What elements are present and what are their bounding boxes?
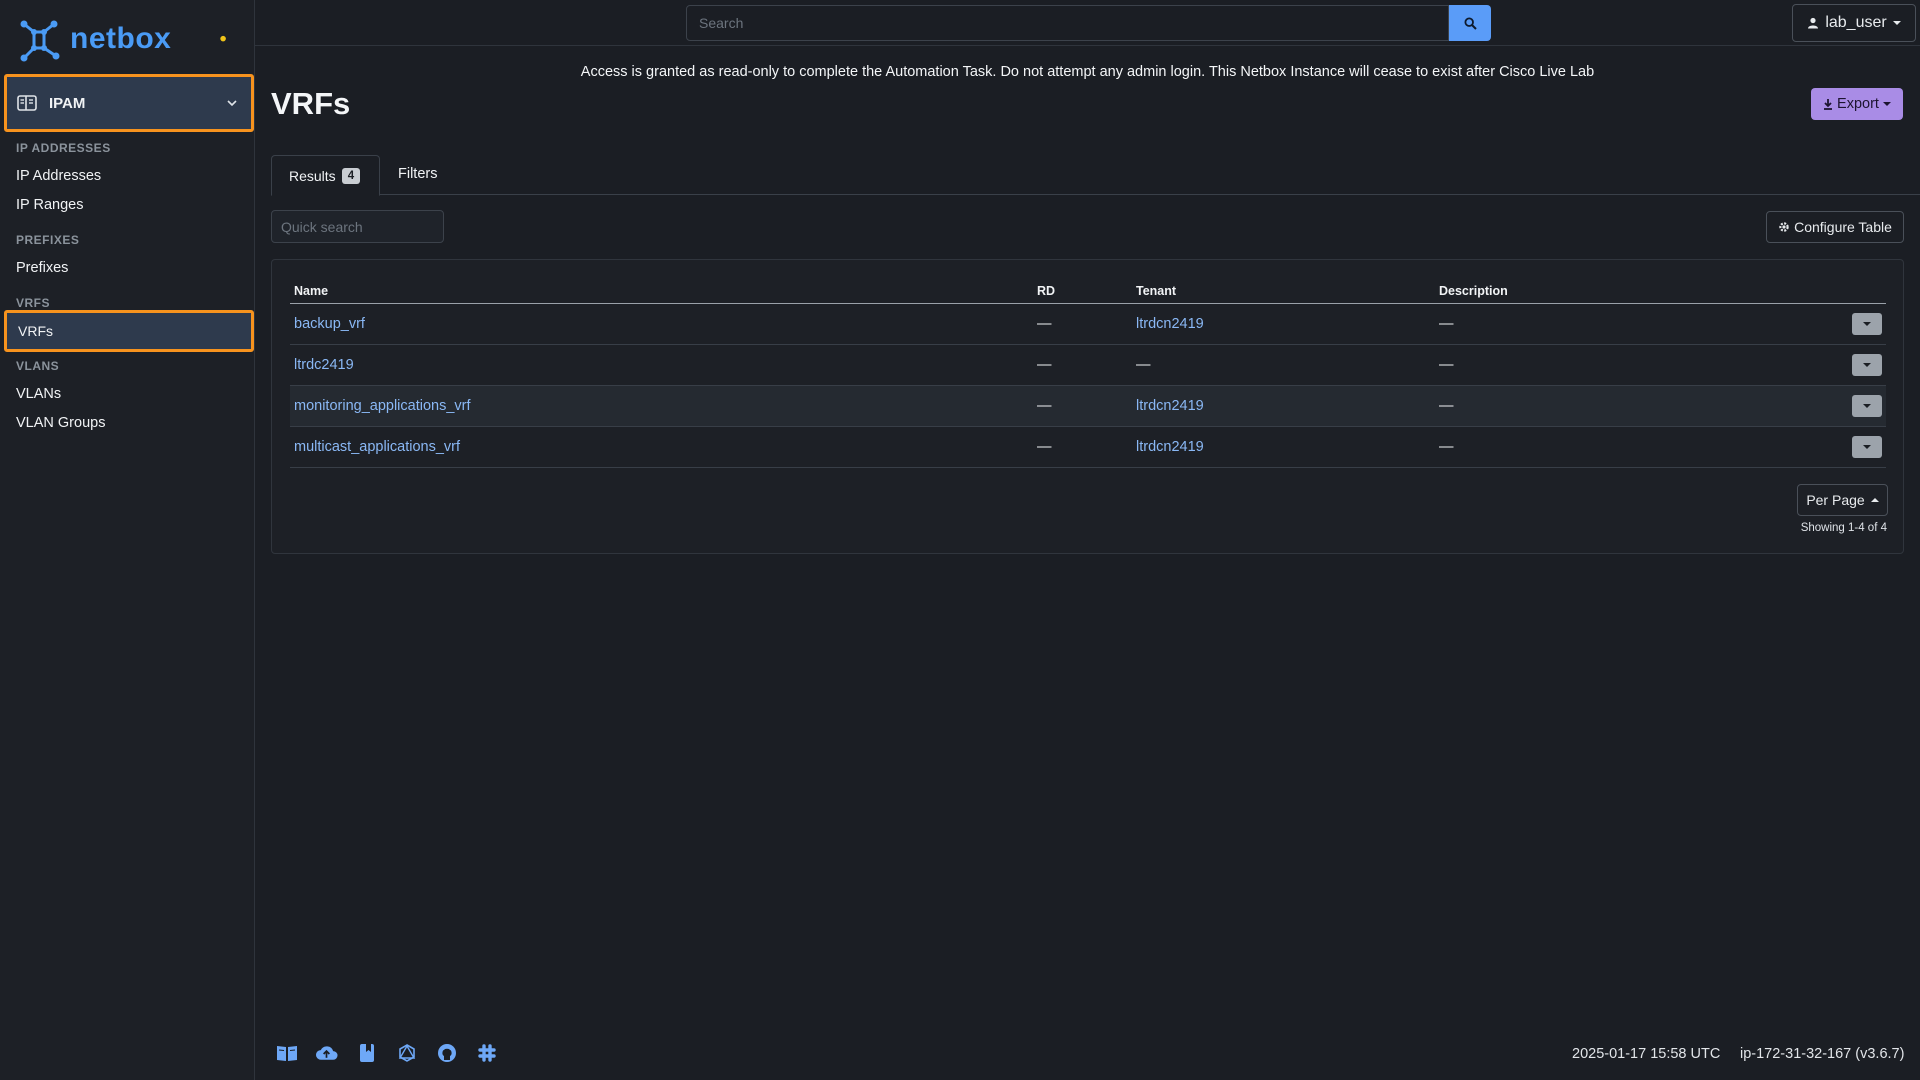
table-row: backup_vrf — ltrdcn2419 — <box>290 304 1886 345</box>
nav-heading-prefixes: PREFIXES <box>16 233 80 247</box>
caret-down-icon <box>1863 322 1871 326</box>
export-label: Export <box>1837 96 1879 112</box>
vrf-rd: — <box>1037 439 1052 455</box>
page-title: VRFs <box>271 86 351 121</box>
sidebar-item-vrfs[interactable]: VRFs <box>4 310 254 352</box>
table-header: Name RD Tenant Description <box>290 272 1886 304</box>
github-icon[interactable] <box>435 1042 458 1064</box>
vrf-tenant: — <box>1136 357 1151 373</box>
column-header-tenant[interactable]: Tenant <box>1136 284 1176 298</box>
user-menu-button[interactable]: lab_user <box>1792 4 1916 42</box>
sidebar-item-ip-addresses[interactable]: IP Addresses <box>16 168 101 184</box>
vrf-name-link[interactable]: multicast_applications_vrf <box>294 439 460 455</box>
vrf-rd: — <box>1037 357 1052 373</box>
topbar: lab_user <box>255 0 1920 46</box>
pagination-summary: Showing 1-4 of 4 <box>1800 522 1887 534</box>
sidebar-item-vrfs-label: VRFs <box>18 323 53 339</box>
sidebar-item-ip-ranges[interactable]: IP Ranges <box>16 197 83 213</box>
quick-search-input[interactable] <box>271 210 444 243</box>
graphql-icon[interactable] <box>395 1042 418 1064</box>
brand-name: netbox <box>70 22 172 55</box>
column-header-description[interactable]: Description <box>1439 284 1508 298</box>
vrf-name-link[interactable]: ltrdc2419 <box>294 357 354 373</box>
global-search <box>686 5 1491 41</box>
footer-host-version: ip-172-31-32-167 (v3.6.7) <box>1740 1046 1905 1062</box>
sidebar-item-prefixes[interactable]: Prefixes <box>16 260 68 276</box>
search-icon <box>1463 16 1477 30</box>
per-page-label: Per Page <box>1806 492 1865 508</box>
table-row: multicast_applications_vrf — ltrdcn2419 … <box>290 427 1886 468</box>
vrf-rd: — <box>1037 316 1052 332</box>
netbox-logo-icon <box>20 20 60 62</box>
vrf-description: — <box>1439 316 1454 332</box>
vrf-tenant-link[interactable]: ltrdcn2419 <box>1136 398 1204 414</box>
caret-up-icon <box>1870 498 1879 502</box>
vrf-rd: — <box>1037 398 1052 414</box>
results-count-badge: 4 <box>341 167 361 184</box>
caret-down-icon <box>1863 404 1871 408</box>
tab-filters[interactable]: Filters <box>398 166 437 182</box>
table-row: monitoring_applications_vrf — ltrdcn2419… <box>290 386 1886 427</box>
vrf-tenant-link[interactable]: ltrdcn2419 <box>1136 316 1204 332</box>
vrf-table: Name RD Tenant Description backup_vrf — … <box>290 272 1886 468</box>
footer-links <box>275 1042 498 1064</box>
docs-icon[interactable] <box>275 1042 298 1064</box>
sidebar-item-vlan-groups[interactable]: VLAN Groups <box>16 415 105 431</box>
row-actions-button[interactable] <box>1852 395 1882 417</box>
vrf-description: — <box>1439 357 1454 373</box>
tab-results[interactable]: Results 4 <box>271 155 380 196</box>
ipam-menu-toggle[interactable]: IPAM <box>4 74 254 132</box>
vrf-description: — <box>1439 398 1454 414</box>
ipam-icon <box>17 95 37 111</box>
chevron-down-icon <box>227 100 237 107</box>
netbox-logo[interactable]: netbox <box>14 14 171 64</box>
export-button[interactable]: Export <box>1811 88 1903 120</box>
nav-heading-vrfs: VRFS <box>16 296 51 310</box>
caret-down-icon <box>1882 102 1891 106</box>
vrf-tenant-link[interactable]: ltrdcn2419 <box>1136 439 1204 455</box>
sidebar-item-vlans[interactable]: VLANs <box>16 386 61 402</box>
per-page-dropdown[interactable]: Per Page <box>1797 484 1888 516</box>
access-banner: Access is granted as read-only to comple… <box>580 64 1595 80</box>
bookmark-icon[interactable] <box>355 1042 378 1064</box>
gear-icon <box>1779 222 1789 232</box>
vrf-name-link[interactable]: backup_vrf <box>294 316 365 332</box>
column-header-name[interactable]: Name <box>294 284 328 298</box>
configure-table-button[interactable]: Configure Table <box>1766 211 1904 243</box>
nav-heading-vlans: VLANS <box>16 359 60 373</box>
configure-table-label: Configure Table <box>1794 219 1892 235</box>
caret-down-icon <box>1863 363 1871 367</box>
results-card: Name RD Tenant Description backup_vrf — … <box>271 259 1904 554</box>
caret-down-icon <box>1863 445 1871 449</box>
download-icon <box>1824 98 1833 110</box>
vrf-description: — <box>1439 439 1454 455</box>
row-actions-button[interactable] <box>1852 354 1882 376</box>
sidebar: netbox ⚫ IPAM IP ADDRESSES IP Addresses … <box>0 0 255 1080</box>
cloud-icon[interactable] <box>315 1042 338 1064</box>
results-tabs: Results 4 Filters <box>271 155 1920 196</box>
tab-results-label: Results <box>289 167 336 184</box>
search-input[interactable] <box>686 5 1449 41</box>
row-actions-button[interactable] <box>1852 313 1882 335</box>
user-icon <box>1808 17 1819 29</box>
vrf-name-link[interactable]: monitoring_applications_vrf <box>294 398 471 414</box>
caret-down-icon <box>1892 21 1901 25</box>
search-button[interactable] <box>1449 5 1491 41</box>
user-name: lab_user <box>1825 14 1887 31</box>
slack-icon[interactable] <box>475 1042 498 1064</box>
footer-timestamp: 2025-01-17 15:58 UTC <box>1572 1046 1721 1062</box>
row-actions-button[interactable] <box>1852 436 1882 458</box>
nav-heading-ip-addresses: IP ADDRESSES <box>16 141 111 155</box>
ipam-menu-label: IPAM <box>49 94 86 112</box>
pin-icon[interactable]: ⚫ <box>218 32 228 46</box>
column-header-rd[interactable]: RD <box>1037 284 1055 298</box>
table-row: ltrdc2419 — — — <box>290 345 1886 386</box>
